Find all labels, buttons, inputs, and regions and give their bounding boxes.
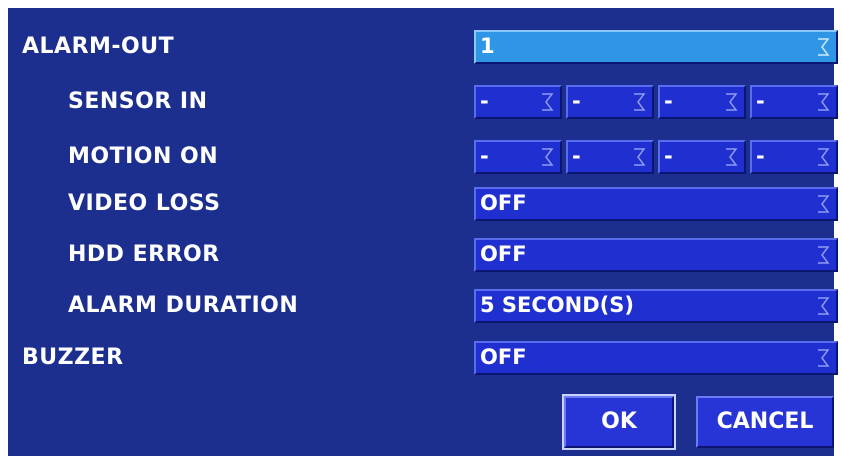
motion-on-value-1: - xyxy=(480,144,489,168)
buzzer-value: OFF xyxy=(480,345,527,369)
sensor-in-select-4[interactable]: - xyxy=(750,85,838,119)
dropdown-arrow-icon xyxy=(634,148,646,166)
dropdown-arrow-icon xyxy=(726,148,738,166)
dropdown-arrow-icon xyxy=(634,93,646,111)
hdd-error-label: HDD ERROR xyxy=(68,242,220,267)
sensor-in-select-3[interactable]: - xyxy=(658,85,746,119)
hdd-error-select[interactable]: OFF xyxy=(474,238,838,272)
video-loss-label: VIDEO LOSS xyxy=(68,191,221,216)
alarm-settings-panel: ALARM-OUT 1 SENSOR IN - - - - MOTION ON … xyxy=(8,8,838,456)
dropdown-arrow-icon xyxy=(542,148,554,166)
motion-on-label: MOTION ON xyxy=(68,144,219,169)
alarm-duration-value: 5 SECOND(S) xyxy=(480,293,634,317)
buzzer-select[interactable]: OFF xyxy=(474,341,838,375)
dropdown-arrow-icon xyxy=(818,246,830,264)
motion-on-select-2[interactable]: - xyxy=(566,140,654,174)
sensor-in-label: SENSOR IN xyxy=(68,89,208,114)
buzzer-label: BUZZER xyxy=(22,345,124,370)
dropdown-arrow-icon xyxy=(726,93,738,111)
sensor-in-value-2: - xyxy=(572,89,581,113)
alarm-out-value: 1 xyxy=(480,34,495,58)
dropdown-arrow-icon xyxy=(818,38,830,56)
dropdown-arrow-icon xyxy=(818,195,830,213)
dropdown-arrow-icon xyxy=(542,93,554,111)
sensor-in-value-3: - xyxy=(664,89,673,113)
sensor-in-select-2[interactable]: - xyxy=(566,85,654,119)
cancel-button[interactable]: CANCEL xyxy=(696,396,834,448)
alarm-duration-label: ALARM DURATION xyxy=(68,293,299,318)
motion-on-value-2: - xyxy=(572,144,581,168)
dropdown-arrow-icon xyxy=(818,148,830,166)
hdd-error-value: OFF xyxy=(480,242,527,266)
alarm-out-label: ALARM-OUT xyxy=(22,34,175,59)
motion-on-select-3[interactable]: - xyxy=(658,140,746,174)
ok-button[interactable]: OK xyxy=(562,394,676,450)
video-loss-value: OFF xyxy=(480,191,527,215)
motion-on-value-4: - xyxy=(756,144,765,168)
dropdown-arrow-icon xyxy=(818,93,830,111)
motion-on-select-4[interactable]: - xyxy=(750,140,838,174)
sensor-in-value-1: - xyxy=(480,89,489,113)
video-loss-select[interactable]: OFF xyxy=(474,187,838,221)
dropdown-arrow-icon xyxy=(818,297,830,315)
dropdown-arrow-icon xyxy=(818,349,830,367)
sensor-in-select-1[interactable]: - xyxy=(474,85,562,119)
alarm-out-select[interactable]: 1 xyxy=(474,30,838,64)
motion-on-select-1[interactable]: - xyxy=(474,140,562,174)
alarm-duration-select[interactable]: 5 SECOND(S) xyxy=(474,289,838,323)
sensor-in-value-4: - xyxy=(756,89,765,113)
motion-on-value-3: - xyxy=(664,144,673,168)
